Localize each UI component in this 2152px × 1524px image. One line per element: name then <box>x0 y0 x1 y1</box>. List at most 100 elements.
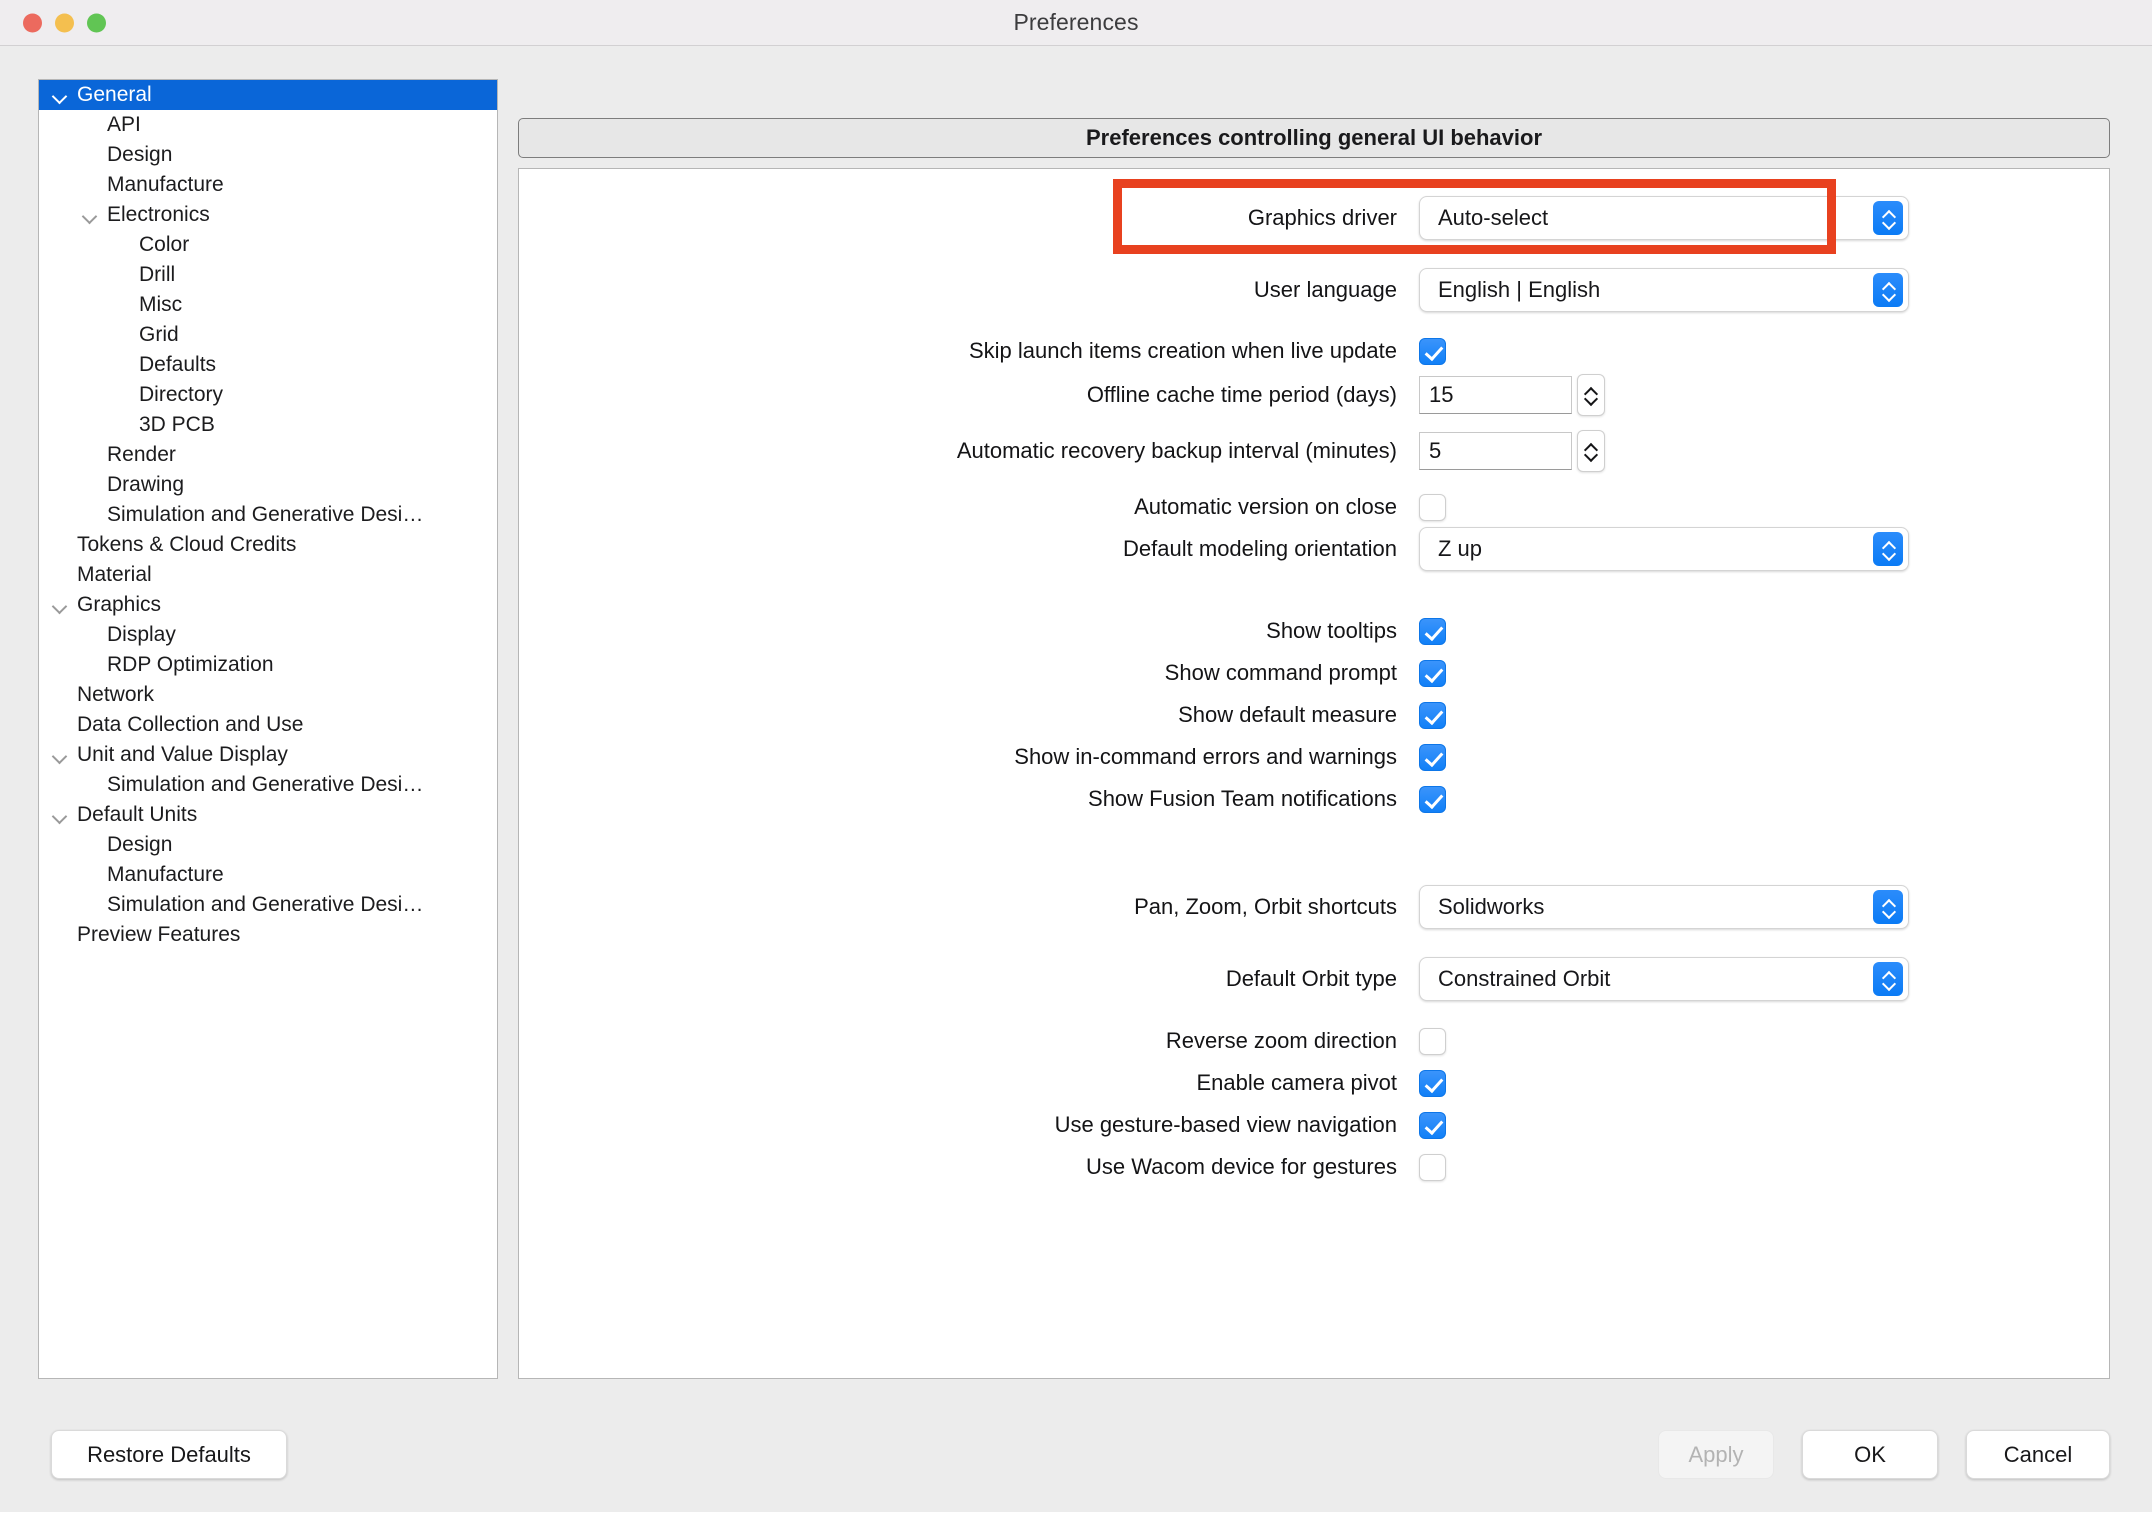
sidebar-item-manufacture[interactable]: Manufacture <box>39 170 497 200</box>
default-orbit-type-select[interactable]: Constrained Orbit <box>1419 957 1909 1001</box>
sidebar-item-label: Simulation and Generative Desi… <box>107 503 424 526</box>
row-skip-launch-items: Skip launch items creation when live upd… <box>519 329 2079 373</box>
chevron-down-icon[interactable] <box>43 751 77 759</box>
sidebar-item-label: Design <box>107 833 173 856</box>
row-show-incommand-errors: Show in-command errors and warnings <box>519 735 2079 779</box>
user-language-select[interactable]: English | English <box>1419 268 1909 312</box>
sidebar-item-render[interactable]: Render <box>39 440 497 470</box>
sidebar-item-drill[interactable]: Drill <box>39 260 497 290</box>
sidebar-item-label: Grid <box>139 323 179 346</box>
sidebar-item-api[interactable]: API <box>39 110 497 140</box>
reverse-zoom-direction-checkbox[interactable] <box>1419 1027 1446 1055</box>
row-show-default-measure: Show default measure <box>519 693 2079 737</box>
label-recovery-backup: Automatic recovery backup interval (minu… <box>956 438 1397 463</box>
close-window-icon[interactable] <box>23 13 42 32</box>
sidebar-item-data-collection-and-use[interactable]: Data Collection and Use <box>39 710 497 740</box>
chevron-down-icon <box>1882 981 1895 988</box>
chevron-down-icon[interactable] <box>43 601 77 609</box>
caret-down-icon[interactable] <box>1584 452 1598 460</box>
sidebar-item-label: Drill <box>139 263 176 286</box>
sidebar-item-material[interactable]: Material <box>39 560 497 590</box>
sidebar-item-label: API <box>107 113 141 136</box>
sidebar-item-preview-features[interactable]: Preview Features <box>39 920 497 950</box>
apply-button: Apply <box>1658 1430 1774 1479</box>
sidebar-item-color[interactable]: Color <box>39 230 497 260</box>
sidebar-item-misc[interactable]: Misc <box>39 290 497 320</box>
maximize-window-icon[interactable] <box>87 13 106 32</box>
modeling-orientation-value: Z up <box>1438 536 1483 561</box>
minimize-window-icon[interactable] <box>55 13 74 32</box>
title-bar: Preferences <box>0 0 2152 46</box>
graphics-driver-select[interactable]: Auto-select <box>1419 196 1909 240</box>
sidebar-item-unit-and-value-display[interactable]: Unit and Value Display <box>39 740 497 770</box>
wacom-gestures-checkbox[interactable] <box>1419 1153 1446 1181</box>
sidebar-item-simulation-and-generative-desi[interactable]: Simulation and Generative Desi… <box>39 500 497 530</box>
auto-version-on-close-checkbox[interactable] <box>1419 493 1446 521</box>
gesture-based-navigation-checkbox[interactable] <box>1419 1111 1446 1139</box>
row-gesture-based-navigation: Use gesture-based view navigation <box>519 1103 2079 1147</box>
show-command-prompt-checkbox[interactable] <box>1419 659 1446 687</box>
sidebar-item-label: Manufacture <box>107 863 224 886</box>
chevron-updown-icon[interactable] <box>1873 890 1903 924</box>
show-fusion-team-notifications-checkbox[interactable] <box>1419 785 1446 813</box>
restore-defaults-button[interactable]: Restore Defaults <box>51 1430 287 1479</box>
label-graphics-driver: Graphics driver <box>1247 205 1397 230</box>
preferences-category-tree[interactable]: General API Design Manufacture Electronics Co… <box>38 79 498 1379</box>
ok-button[interactable]: OK <box>1802 1430 1938 1479</box>
sidebar-item-design[interactable]: Design <box>39 140 497 170</box>
recovery-backup-input[interactable]: 5 <box>1419 432 1572 470</box>
sidebar-item-default-units[interactable]: Default Units <box>39 800 497 830</box>
row-reverse-zoom-direction: Reverse zoom direction <box>519 1019 2079 1063</box>
sidebar-item-electronics[interactable]: Electronics <box>39 200 497 230</box>
sidebar-item-defaults[interactable]: Defaults <box>39 350 497 380</box>
chevron-updown-icon[interactable] <box>1873 532 1903 566</box>
sidebar-item-label: 3D PCB <box>139 413 215 436</box>
recovery-backup-spin-buttons[interactable] <box>1577 430 1605 472</box>
chevron-down-icon[interactable] <box>43 91 77 99</box>
sidebar-item-drawing[interactable]: Drawing <box>39 470 497 500</box>
cancel-button[interactable]: Cancel <box>1966 1430 2110 1479</box>
chevron-updown-icon[interactable] <box>1873 201 1903 235</box>
sidebar-item-directory[interactable]: Directory <box>39 380 497 410</box>
sidebar-item-graphics[interactable]: Graphics <box>39 590 497 620</box>
chevron-down-icon[interactable] <box>43 811 77 819</box>
show-default-measure-checkbox[interactable] <box>1419 701 1446 729</box>
label-show-default-measure: Show default measure <box>1178 702 1397 727</box>
pan-zoom-orbit-shortcuts-select[interactable]: Solidworks <box>1419 885 1909 929</box>
sidebar-item-simulation-and-generative-desi[interactable]: Simulation and Generative Desi… <box>39 770 497 800</box>
show-incommand-errors-checkbox[interactable] <box>1419 743 1446 771</box>
row-user-language: User language English | English <box>519 268 2079 312</box>
sidebar-item-label: RDP Optimization <box>107 653 274 676</box>
sidebar-item-general[interactable]: General <box>39 80 497 110</box>
modeling-orientation-select[interactable]: Z up <box>1419 527 1909 571</box>
sidebar-item-display[interactable]: Display <box>39 620 497 650</box>
chevron-updown-icon[interactable] <box>1873 273 1903 307</box>
caret-down-icon[interactable] <box>1584 396 1598 404</box>
sidebar-item-label: Directory <box>139 383 224 406</box>
offline-cache-spin-buttons[interactable] <box>1577 374 1605 416</box>
sidebar-item-label: Electronics <box>107 203 210 226</box>
chevron-updown-icon[interactable] <box>1873 962 1903 996</box>
label-pan-zoom-orbit-shortcuts: Pan, Zoom, Orbit shortcuts <box>1134 894 1397 919</box>
show-tooltips-checkbox[interactable] <box>1419 617 1446 645</box>
sidebar-item-manufacture[interactable]: Manufacture <box>39 860 497 890</box>
chevron-down-icon <box>1882 292 1895 299</box>
recovery-backup-stepper[interactable]: 5 <box>1419 430 1605 472</box>
sidebar-item-design[interactable]: Design <box>39 830 497 860</box>
skip-launch-items-checkbox[interactable] <box>1419 337 1446 365</box>
offline-cache-input[interactable]: 15 <box>1419 376 1572 414</box>
enable-camera-pivot-checkbox[interactable] <box>1419 1069 1446 1097</box>
chevron-down-icon[interactable] <box>73 211 107 219</box>
general-preferences-panel: Graphics driver Auto-select User languag… <box>518 168 2110 1379</box>
offline-cache-stepper[interactable]: 15 <box>1419 374 1605 416</box>
sidebar-item-network[interactable]: Network <box>39 680 497 710</box>
sidebar-item-label: Preview Features <box>77 923 241 946</box>
sidebar-item-simulation-and-generative-desi[interactable]: Simulation and Generative Desi… <box>39 890 497 920</box>
row-pan-zoom-orbit-shortcuts: Pan, Zoom, Orbit shortcuts Solidworks <box>519 885 2079 929</box>
sidebar-item-rdp-optimization[interactable]: RDP Optimization <box>39 650 497 680</box>
preferences-form: Graphics driver Auto-select User languag… <box>519 169 2109 1378</box>
sidebar-item-tokens-cloud-credits[interactable]: Tokens & Cloud Credits <box>39 530 497 560</box>
sidebar-item-3d-pcb[interactable]: 3D PCB <box>39 410 497 440</box>
window-title: Preferences <box>1013 9 1139 35</box>
sidebar-item-grid[interactable]: Grid <box>39 320 497 350</box>
